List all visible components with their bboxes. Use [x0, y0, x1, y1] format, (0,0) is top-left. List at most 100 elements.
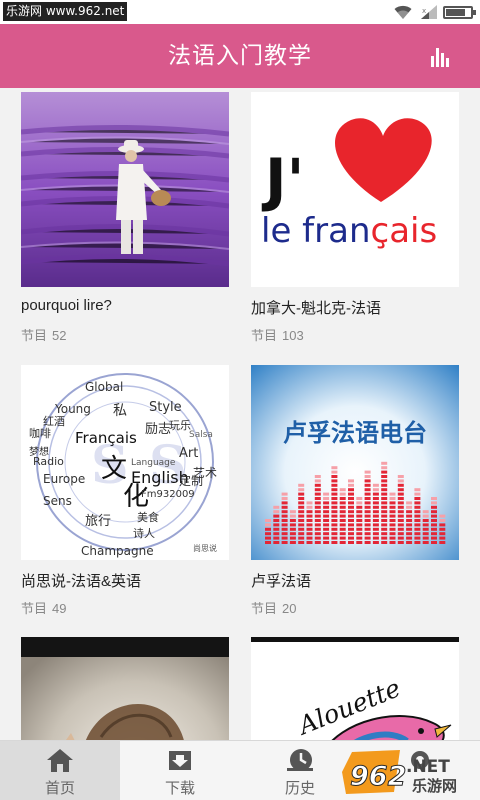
eq-segment: [348, 505, 354, 509]
eq-segment: [298, 488, 305, 492]
eq-segment: [372, 536, 379, 540]
eq-segment: [414, 519, 421, 522]
cloud-word: Europe: [43, 472, 85, 486]
eq-segment: [422, 519, 429, 522]
eq-segment: [314, 523, 321, 527]
eq-segment: [306, 523, 313, 527]
eq-segment: [323, 510, 330, 514]
eq-segment: [314, 488, 321, 492]
eq-segment: [422, 514, 429, 518]
eq-segment: [281, 510, 288, 514]
eq-segment: [431, 505, 437, 509]
eq-segment: [364, 541, 371, 544]
eq-segment: [289, 519, 296, 522]
eq-segment: [389, 527, 396, 531]
eq-segment: [381, 492, 388, 496]
eq-segment: [381, 479, 388, 483]
eq-segment: [431, 510, 437, 514]
eq-segment: [372, 523, 379, 527]
eq-segment: [331, 519, 338, 522]
eq-segment: [439, 541, 446, 544]
eq-segment: [372, 497, 379, 500]
eq-segment: [348, 510, 354, 514]
thumb-j-text: J': [261, 146, 304, 214]
tab-download[interactable]: 下载: [120, 741, 240, 800]
eq-segment: [381, 461, 388, 465]
eq-segment: [273, 505, 280, 509]
eq-segment: [406, 519, 413, 522]
cloud-word: 梦想: [29, 445, 49, 458]
tab-history[interactable]: 历史: [240, 741, 360, 800]
eq-segment: [281, 532, 288, 536]
eq-segment: [331, 492, 338, 496]
eq-segment: [273, 510, 280, 514]
eq-segment: [431, 523, 437, 527]
eq-segment: [381, 505, 388, 509]
signal-icon: x: [421, 5, 437, 19]
eq-segment: [414, 541, 421, 544]
eq-segment: [298, 519, 305, 522]
eq-segment: [314, 492, 321, 496]
cloud-word: Art: [179, 446, 198, 461]
eq-segment: [364, 523, 371, 527]
eq-segment: [364, 519, 371, 522]
eq-segment: [381, 470, 388, 474]
cloud-word: Style: [149, 400, 182, 415]
eq-segment: [331, 475, 338, 478]
eq-segment: [364, 536, 371, 540]
eq-segment: [381, 536, 388, 540]
eq-segment: [389, 501, 396, 505]
eq-segment: [306, 536, 313, 540]
eq-segment: [406, 527, 413, 531]
eq-segment: [414, 536, 421, 540]
eq-segment: [389, 497, 396, 500]
count-value: 20: [282, 601, 297, 616]
eq-segment: [372, 527, 379, 531]
bar-chart-icon[interactable]: [428, 44, 452, 68]
eq-segment: [364, 532, 371, 536]
eq-segment: [414, 505, 421, 509]
eq-segment: [281, 497, 288, 500]
eq-segment: [306, 514, 313, 518]
eq-segment: [289, 532, 296, 536]
eq-segment: [439, 523, 446, 527]
lavender-field-photo: [21, 92, 229, 287]
cloud-word: Sens: [43, 494, 72, 508]
eq-segment: [265, 532, 271, 536]
eq-segment: [348, 514, 354, 518]
eq-segment: [389, 523, 396, 527]
program-name: 加拿大-魁北克-法语: [251, 300, 381, 317]
tab-settings[interactable]: [360, 741, 480, 800]
tab-label: 历史: [284, 779, 315, 797]
eq-segment: [323, 519, 330, 522]
eq-segment: [314, 532, 321, 536]
svg-text:x: x: [422, 7, 426, 15]
eq-segment: [298, 505, 305, 509]
battery-icon: [443, 6, 476, 19]
eq-segment: [397, 475, 404, 478]
eq-segment: [348, 488, 354, 492]
j-heart-le-francais-logo: J' le français: [251, 92, 459, 287]
eq-segment: [356, 514, 363, 518]
thumb-tail: ais: [389, 211, 437, 251]
program-count: 节目 52: [21, 325, 66, 344]
eq-segment: [314, 527, 321, 531]
eq-segment: [356, 510, 363, 514]
eq-segment: [364, 527, 371, 531]
eq-segment: [364, 492, 371, 496]
eq-segment: [431, 527, 437, 531]
eq-segment: [406, 541, 413, 544]
eq-segment: [439, 532, 446, 536]
eq-segment: [364, 510, 371, 514]
program-grid: pourquoi lire? 节目 52 J' le français 加拿大-魁…: [0, 88, 480, 740]
tab-home[interactable]: 首页: [0, 741, 120, 800]
eq-segment: [298, 541, 305, 544]
page-title: 法语入门教学: [168, 43, 312, 69]
eq-segment: [314, 536, 321, 540]
thumb-c: ç: [371, 211, 390, 251]
cloud-word: 旅行: [85, 514, 111, 529]
eq-segment: [414, 488, 421, 492]
eq-segment: [397, 483, 404, 487]
eq-segment: [273, 541, 280, 544]
eq-segment: [273, 527, 280, 531]
